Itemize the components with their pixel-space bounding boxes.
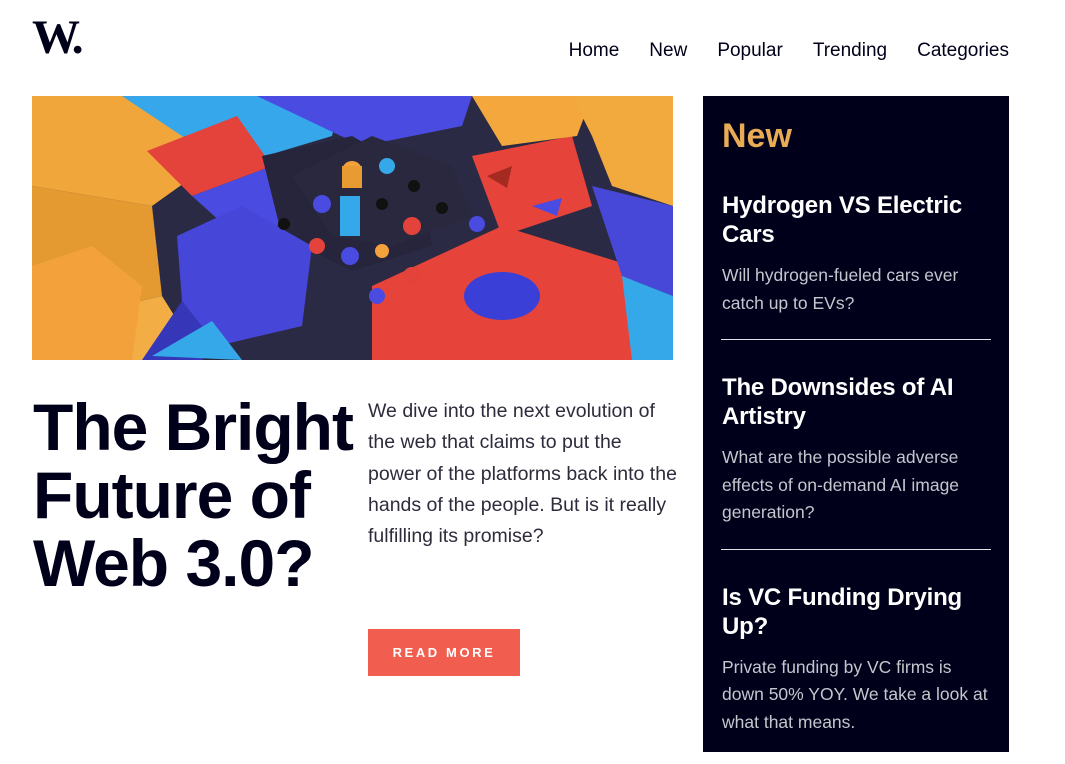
site-logo[interactable]: W. xyxy=(32,14,84,62)
article-headline: The Bright Future of Web 3.0? xyxy=(33,390,354,600)
nav-trending[interactable]: Trending xyxy=(813,40,887,62)
news-item-title[interactable]: The Downsides of AI Artistry xyxy=(722,373,991,431)
hero-image xyxy=(32,96,673,360)
news-item[interactable]: Is VC Funding Drying Up? Private funding… xyxy=(721,550,991,759)
nav-popular[interactable]: Popular xyxy=(717,40,783,62)
news-item-summary: What are the possible adverse effects of… xyxy=(722,447,960,522)
read-more-button[interactable]: READ MORE xyxy=(368,629,520,676)
news-item-summary: Private funding by VC firms is down 50% … xyxy=(722,656,988,732)
news-item[interactable]: Hydrogen VS Electric Cars Will hydrogen-… xyxy=(721,191,991,340)
news-item-title[interactable]: Hydrogen VS Electric Cars xyxy=(722,191,991,249)
news-item-title[interactable]: Is VC Funding Drying Up? xyxy=(722,583,991,641)
nav-home[interactable]: Home xyxy=(569,40,620,62)
nav-categories[interactable]: Categories xyxy=(917,40,1009,62)
news-item[interactable]: The Downsides of AI Artistry What are th… xyxy=(721,340,991,550)
sidebar-title: New xyxy=(722,117,792,155)
article-description: We dive into the next evolution of the w… xyxy=(368,400,677,548)
nav-new[interactable]: New xyxy=(649,40,687,62)
new-articles-sidebar: New Hydrogen VS Electric Cars Will hydro… xyxy=(703,96,1009,752)
news-item-summary: Will hydrogen-fueled cars ever catch up … xyxy=(722,265,959,313)
main-nav: Home New Popular Trending Categories xyxy=(569,40,1009,62)
